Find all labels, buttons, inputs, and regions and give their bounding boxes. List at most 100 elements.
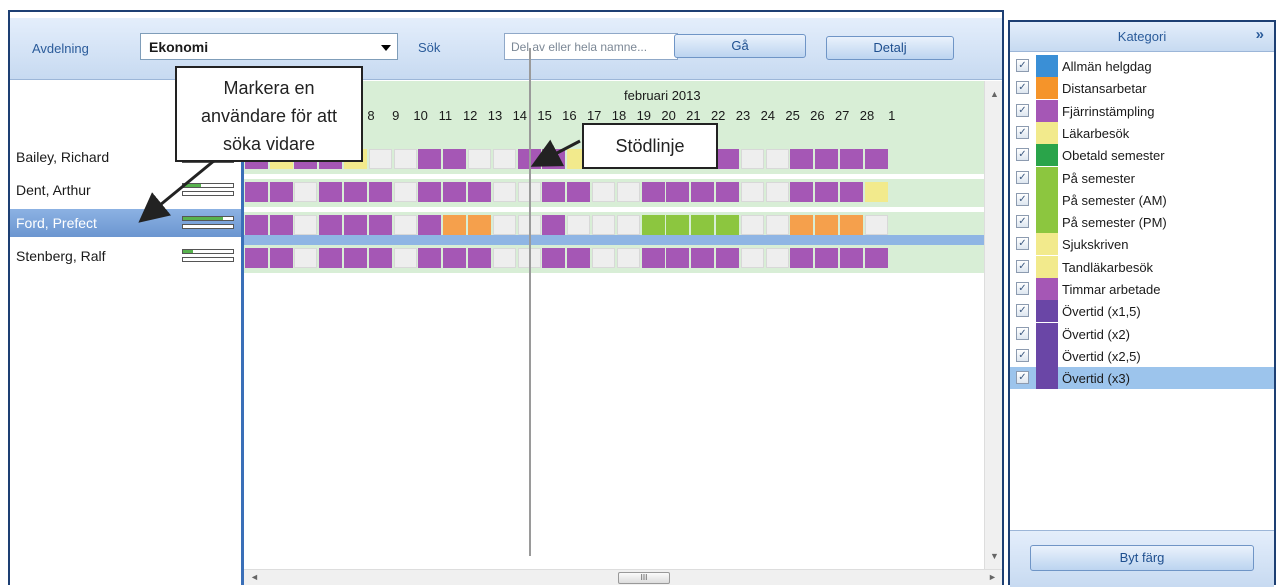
calendar-cell[interactable]	[716, 215, 739, 235]
calendar-cell[interactable]	[790, 215, 814, 235]
calendar-cell[interactable]	[443, 182, 467, 202]
category-checkbox[interactable]: ✓	[1016, 192, 1029, 206]
calendar-cell[interactable]	[418, 149, 442, 169]
category-checkbox[interactable]: ✓	[1016, 103, 1029, 117]
calendar-cell[interactable]	[244, 248, 268, 268]
calendar-cell[interactable]	[864, 149, 888, 169]
calendar-cell[interactable]	[393, 215, 417, 235]
category-item[interactable]: ✓ Övertid (x2)	[1010, 322, 1274, 345]
category-item[interactable]: ✓ På semester (AM)	[1010, 188, 1274, 211]
calendar-cell[interactable]	[641, 215, 665, 235]
calendar-cell[interactable]	[344, 215, 367, 235]
calendar-cell[interactable]	[864, 182, 888, 202]
calendar-cell[interactable]	[815, 248, 839, 268]
category-item[interactable]: ✓ På semester (PM)	[1010, 211, 1274, 234]
calendar-cell[interactable]	[393, 248, 417, 268]
user-row[interactable]: Dent, Arthur	[10, 176, 241, 204]
category-checkbox[interactable]: ✓	[1016, 125, 1029, 139]
category-checkbox[interactable]: ✓	[1016, 237, 1029, 251]
category-item[interactable]: ✓ Övertid (x1,5)	[1010, 300, 1274, 323]
calendar-cell[interactable]	[468, 248, 491, 268]
calendar-cell[interactable]	[443, 149, 467, 169]
calendar-cell[interactable]	[716, 248, 739, 268]
calendar-cell[interactable]	[716, 149, 739, 169]
calendar-cell[interactable]	[740, 182, 764, 202]
calendar-cell[interactable]	[567, 248, 591, 268]
category-item[interactable]: ✓ Fjärrinstämpling	[1010, 99, 1274, 122]
calendar-cell[interactable]	[542, 215, 566, 235]
calendar-cell[interactable]	[691, 248, 715, 268]
calendar-cell[interactable]	[269, 182, 293, 202]
calendar-cell[interactable]	[319, 182, 343, 202]
calendar-cell[interactable]	[492, 215, 516, 235]
calendar-cell[interactable]	[393, 149, 417, 169]
calendar-cell[interactable]	[840, 182, 863, 202]
category-item[interactable]: ✓ Obetald semester	[1010, 144, 1274, 167]
calendar-cell[interactable]	[542, 182, 566, 202]
scroll-down-icon[interactable]: ▼	[990, 551, 999, 561]
calendar-cell[interactable]	[418, 182, 442, 202]
scroll-left-icon[interactable]: ◄	[250, 572, 259, 582]
calendar-cell[interactable]	[740, 248, 764, 268]
category-checkbox[interactable]: ✓	[1016, 326, 1029, 340]
calendar-cell[interactable]	[542, 149, 566, 169]
calendar-cell[interactable]	[567, 182, 591, 202]
user-row[interactable]: Stenberg, Ralf	[10, 242, 241, 270]
calendar-cell[interactable]	[368, 215, 392, 235]
category-item[interactable]: ✓ Läkarbesök	[1010, 121, 1274, 144]
calendar-cell[interactable]	[691, 215, 715, 235]
calendar-cell[interactable]	[368, 182, 392, 202]
vertical-scrollbar[interactable]: ▲ ▼	[984, 81, 1002, 569]
category-checkbox[interactable]: ✓	[1016, 81, 1029, 95]
category-item[interactable]: ✓ På semester	[1010, 166, 1274, 189]
calendar-cell[interactable]	[269, 215, 293, 235]
calendar-cell[interactable]	[393, 182, 417, 202]
calendar-cell[interactable]	[790, 248, 814, 268]
category-checkbox[interactable]: ✓	[1016, 371, 1029, 385]
category-checkbox[interactable]: ✓	[1016, 259, 1029, 273]
department-select[interactable]: Ekonomi	[140, 33, 398, 60]
calendar-cell[interactable]	[294, 248, 318, 268]
calendar-cell[interactable]	[368, 149, 392, 169]
detail-button[interactable]: Detalj	[826, 36, 954, 60]
category-checkbox[interactable]: ✓	[1016, 170, 1029, 184]
calendar-cell[interactable]	[443, 215, 467, 235]
horizontal-scrollbar[interactable]: ◄ III ►	[244, 569, 1002, 585]
change-color-button[interactable]: Byt färg	[1030, 545, 1254, 571]
user-row[interactable]: Ford, Prefect	[10, 209, 241, 237]
calendar-cell[interactable]	[840, 248, 863, 268]
category-item[interactable]: ✓ Tandläkarbesök	[1010, 255, 1274, 278]
calendar-cell[interactable]	[765, 248, 789, 268]
calendar-cell[interactable]	[641, 248, 665, 268]
calendar-cell[interactable]	[815, 149, 839, 169]
calendar-cell[interactable]	[592, 182, 615, 202]
category-checkbox[interactable]: ✓	[1016, 282, 1029, 295]
calendar-cell[interactable]	[294, 215, 318, 235]
calendar-cell[interactable]	[244, 182, 268, 202]
calendar-cell[interactable]	[666, 248, 690, 268]
calendar-cell[interactable]	[468, 149, 491, 169]
calendar-cell[interactable]	[443, 248, 467, 268]
calendar-cell[interactable]	[319, 248, 343, 268]
calendar-cell[interactable]	[666, 215, 690, 235]
calendar-cell[interactable]	[864, 248, 888, 268]
calendar-cell[interactable]	[740, 149, 764, 169]
calendar-cell[interactable]	[790, 149, 814, 169]
category-item[interactable]: ✓ Sjukskriven	[1010, 233, 1274, 256]
double-chevron-right-icon[interactable]: »	[1256, 26, 1264, 43]
calendar-cell[interactable]	[840, 149, 863, 169]
calendar-cell[interactable]	[492, 149, 516, 169]
calendar-cell[interactable]	[542, 248, 566, 268]
calendar-cell[interactable]	[294, 182, 318, 202]
calendar-cell[interactable]	[815, 215, 839, 235]
category-item[interactable]: ✓ Övertid (x3)	[1010, 367, 1274, 390]
calendar-cell[interactable]	[740, 215, 764, 235]
calendar-cell[interactable]	[269, 248, 293, 268]
calendar-cell[interactable]	[468, 215, 491, 235]
calendar-cell[interactable]	[765, 215, 789, 235]
calendar-cell[interactable]	[864, 215, 888, 235]
calendar-cell[interactable]	[716, 182, 739, 202]
calendar-cell[interactable]	[567, 215, 591, 235]
calendar-cell[interactable]	[418, 215, 442, 235]
calendar-cell[interactable]	[368, 248, 392, 268]
